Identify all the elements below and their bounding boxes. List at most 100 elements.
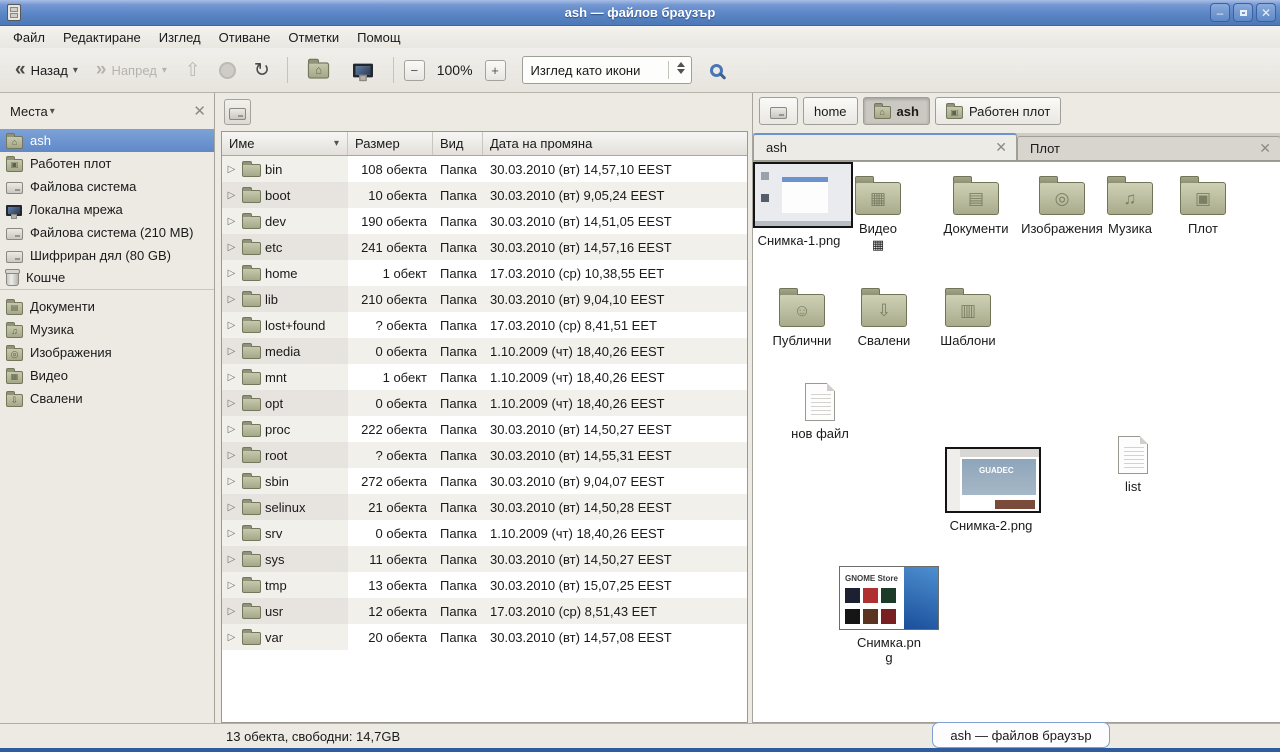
table-row[interactable]: ▷ selinux 21 обекта Папка 30.03.2010 (вт… bbox=[222, 494, 747, 520]
breadcrumb-button[interactable]: Работен плот bbox=[935, 97, 1061, 125]
menu-item[interactable]: Изглед bbox=[150, 28, 210, 47]
back-dropdown-icon[interactable]: ▾ bbox=[73, 65, 78, 76]
table-row[interactable]: ▷ sys 11 обекта Папка 30.03.2010 (вт) 14… bbox=[222, 546, 747, 572]
breadcrumb-button[interactable]: ash bbox=[863, 97, 930, 125]
column-header-size[interactable]: Размер bbox=[348, 132, 433, 155]
forward-button[interactable]: » Напред ▾ bbox=[89, 57, 174, 82]
tab[interactable]: ash ✕ bbox=[753, 133, 1017, 160]
column-header-name[interactable]: Име ▾ bbox=[222, 132, 348, 155]
expander-icon[interactable]: ▷ bbox=[225, 268, 238, 279]
file-icon-item[interactable]: list bbox=[1081, 432, 1185, 495]
sidebar-item[interactable]: Свалени bbox=[0, 387, 214, 410]
titlebar[interactable]: ash — файлов браузър – ✕ bbox=[0, 0, 1280, 26]
sidebar-item[interactable]: Музика bbox=[0, 318, 214, 341]
expander-icon[interactable]: ▷ bbox=[225, 242, 238, 253]
back-button[interactable]: « Назад ▾ bbox=[8, 57, 85, 82]
table-row[interactable]: ▷ srv 0 обекта Папка 1.10.2009 (чт) 18,4… bbox=[222, 520, 747, 546]
sidebar-item[interactable]: Работен плот bbox=[0, 152, 214, 175]
expander-icon[interactable]: ▷ bbox=[225, 528, 238, 539]
sidebar-item[interactable]: Документи bbox=[0, 295, 214, 318]
expander-icon[interactable]: ▷ bbox=[225, 476, 238, 487]
column-header-date[interactable]: Дата на промяна bbox=[483, 132, 747, 155]
file-icon-item[interactable]: Снимка.png bbox=[837, 566, 941, 666]
up-button[interactable]: ⇧ bbox=[178, 54, 208, 87]
sidebar-title[interactable]: Места ▾ bbox=[10, 104, 55, 119]
menu-item[interactable]: Файл bbox=[4, 28, 54, 47]
breadcrumb-button[interactable] bbox=[759, 97, 798, 125]
sidebar-item[interactable]: ash bbox=[0, 129, 214, 152]
minimize-button[interactable]: – bbox=[1210, 3, 1230, 22]
table-row[interactable]: ▷ lost+found ? обекта Папка 17.03.2010 (… bbox=[222, 312, 747, 338]
icon-view[interactable]: Видео Документи Изображения Музи bbox=[753, 161, 1280, 723]
zoom-in-button[interactable]: + bbox=[485, 60, 506, 81]
table-row[interactable]: ▷ mnt 1 обект Папка 1.10.2009 (чт) 18,40… bbox=[222, 364, 747, 390]
table-row[interactable]: ▷ home 1 обект Папка 17.03.2010 (ср) 10,… bbox=[222, 260, 747, 286]
table-row[interactable]: ▷ sbin 272 обекта Папка 30.03.2010 (вт) … bbox=[222, 468, 747, 494]
table-row[interactable]: ▷ boot 10 обекта Папка 30.03.2010 (вт) 9… bbox=[222, 182, 747, 208]
expander-icon[interactable]: ▷ bbox=[225, 216, 238, 227]
sidebar-item[interactable]: Файлова система bbox=[0, 175, 214, 198]
expander-icon[interactable]: ▷ bbox=[225, 320, 238, 331]
sidebar-close-icon[interactable]: ✕ bbox=[193, 102, 206, 120]
search-icon[interactable] bbox=[710, 64, 723, 77]
file-icon-item[interactable]: Шаблони bbox=[922, 286, 1014, 349]
expander-icon[interactable]: ▷ bbox=[225, 502, 238, 513]
sidebar-item[interactable]: Видео bbox=[0, 364, 214, 387]
table-row[interactable]: ▷ var 20 обекта Папка 30.03.2010 (вт) 14… bbox=[222, 624, 747, 650]
expander-icon[interactable]: ▷ bbox=[225, 632, 238, 643]
sidebar-item[interactable]: Локална мрежа bbox=[0, 198, 214, 221]
table-row[interactable]: ▷ usr 12 обекта Папка 17.03.2010 (ср) 8,… bbox=[222, 598, 747, 624]
table-row[interactable]: ▷ root ? обекта Папка 30.03.2010 (вт) 14… bbox=[222, 442, 747, 468]
file-icon-item[interactable]: Снимка-1.png bbox=[753, 162, 845, 249]
root-location-button[interactable] bbox=[224, 99, 251, 125]
menu-item[interactable]: Отиване bbox=[210, 28, 280, 47]
expander-icon[interactable]: ▷ bbox=[225, 424, 238, 435]
zoom-out-button[interactable]: − bbox=[404, 60, 425, 81]
forward-dropdown-icon[interactable]: ▾ bbox=[162, 65, 167, 76]
file-icon-item[interactable]: Документи bbox=[930, 174, 1022, 237]
expander-icon[interactable]: ▷ bbox=[225, 190, 238, 201]
expander-icon[interactable]: ▷ bbox=[225, 554, 238, 565]
close-button[interactable]: ✕ bbox=[1256, 3, 1276, 22]
expander-icon[interactable]: ▷ bbox=[225, 580, 238, 591]
menu-item[interactable]: Отметки bbox=[279, 28, 348, 47]
taskbar-button[interactable]: ash — файлов браузър bbox=[932, 722, 1110, 748]
sidebar-item[interactable]: Кошче bbox=[0, 267, 214, 290]
table-row[interactable]: ▷ lib 210 обекта Папка 30.03.2010 (вт) 9… bbox=[222, 286, 747, 312]
tab-close-icon[interactable]: ✕ bbox=[995, 139, 1007, 156]
tab[interactable]: Плот ✕ bbox=[1017, 136, 1280, 160]
expander-icon[interactable]: ▷ bbox=[225, 450, 238, 461]
table-row[interactable]: ▷ media 0 обекта Папка 1.10.2009 (чт) 18… bbox=[222, 338, 747, 364]
table-row[interactable]: ▷ proc 222 обекта Папка 30.03.2010 (вт) … bbox=[222, 416, 747, 442]
file-icon-item[interactable]: Плот bbox=[1157, 174, 1249, 237]
menu-item[interactable]: Редактиране bbox=[54, 28, 150, 47]
view-mode-select[interactable]: Изглед като икони bbox=[522, 56, 692, 84]
file-icon-item[interactable]: Снимка-2.png bbox=[945, 447, 1037, 534]
sidebar-item[interactable]: Шифриран дял (80 GB) bbox=[0, 244, 214, 267]
sidebar-dropdown-icon[interactable]: ▾ bbox=[50, 106, 55, 117]
table-row[interactable]: ▷ tmp 13 обекта Папка 30.03.2010 (вт) 15… bbox=[222, 572, 747, 598]
expander-icon[interactable]: ▷ bbox=[225, 398, 238, 409]
reload-button[interactable]: ↻ bbox=[247, 54, 277, 87]
file-icon-item[interactable]: Свалени bbox=[838, 286, 930, 349]
expander-icon[interactable]: ▷ bbox=[225, 164, 238, 175]
menu-item[interactable]: Помощ bbox=[348, 28, 409, 47]
table-row[interactable]: ▷ etc 241 обекта Папка 30.03.2010 (вт) 1… bbox=[222, 234, 747, 260]
home-button[interactable] bbox=[298, 59, 339, 82]
table-row[interactable]: ▷ opt 0 обекта Папка 1.10.2009 (чт) 18,4… bbox=[222, 390, 747, 416]
tab-close-icon[interactable]: ✕ bbox=[1259, 140, 1271, 157]
expander-icon[interactable]: ▷ bbox=[225, 346, 238, 357]
stop-button[interactable] bbox=[212, 57, 243, 84]
column-header-type[interactable]: Вид bbox=[433, 132, 483, 155]
file-icon-item[interactable]: нов файл bbox=[770, 379, 870, 442]
maximize-button[interactable] bbox=[1233, 3, 1253, 22]
computer-button[interactable] bbox=[343, 60, 383, 81]
expander-icon[interactable]: ▷ bbox=[225, 606, 238, 617]
table-row[interactable]: ▷ bin 108 обекта Папка 30.03.2010 (вт) 1… bbox=[222, 156, 747, 182]
expander-icon[interactable]: ▷ bbox=[225, 372, 238, 383]
file-icon-item[interactable]: Публични bbox=[756, 286, 848, 349]
breadcrumb-button[interactable]: home bbox=[803, 97, 858, 125]
expander-icon[interactable]: ▷ bbox=[225, 294, 238, 305]
sidebar-item[interactable]: Изображения bbox=[0, 341, 214, 364]
table-row[interactable]: ▷ dev 190 обекта Папка 30.03.2010 (вт) 1… bbox=[222, 208, 747, 234]
